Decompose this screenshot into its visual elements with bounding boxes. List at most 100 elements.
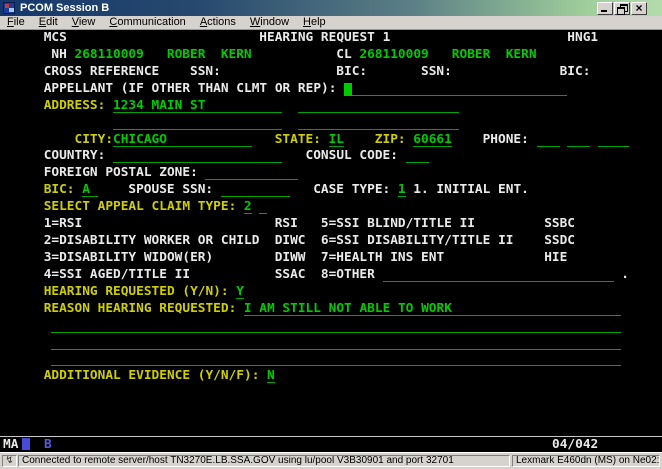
menu-file[interactable]: File: [0, 16, 32, 29]
xref-ssn-label-1: SSN:: [190, 64, 221, 81]
connection-icon: ↯: [5, 455, 13, 466]
hearing-requested-field[interactable]: Y: [236, 284, 244, 299]
screen-row-6: [0, 115, 662, 132]
address-line3-field[interactable]: [113, 115, 282, 130]
nh-ssn: 268110009: [75, 47, 144, 64]
city-label: CITY:: [75, 132, 114, 149]
connection-icon-panel: ↯: [2, 455, 17, 467]
code-ssac: SSAC: [275, 267, 306, 284]
option-6: 6=SSI DISABILITY/TITLE II: [321, 233, 514, 250]
menu-help[interactable]: Help: [296, 16, 333, 29]
screen-row-15: 4=SSI AGED/TITLE II SSAC 8=OTHER.: [0, 267, 662, 284]
select-appeal-claim-type-label: SELECT APPEAL CLAIM TYPE:: [44, 199, 237, 216]
city-field[interactable]: CHICAGO: [113, 132, 252, 147]
foreign-postal-zone-field[interactable]: [205, 165, 297, 180]
consul-code-field[interactable]: [406, 148, 429, 163]
additional-evidence-label: ADDITIONAL EVIDENCE (Y/N/F):: [44, 368, 260, 385]
window-controls: [596, 2, 647, 15]
screen-id: MCS: [44, 30, 67, 47]
address-line1-field[interactable]: 1234 MAIN ST: [113, 98, 282, 113]
case-type-field[interactable]: 1: [398, 182, 406, 197]
window-title: PCOM Session B: [20, 2, 109, 14]
appellant-field[interactable]: [344, 81, 567, 96]
country-label: COUNTRY:: [44, 148, 106, 165]
zip-label: ZIP:: [375, 132, 406, 149]
screen-row-7: CITY:CHICAGOSTATE:ILZIP:60661PHONE:: [0, 132, 662, 149]
menu-window[interactable]: Window: [243, 16, 296, 29]
cl-name: ROBER KERN: [452, 47, 537, 64]
nh-name: ROBER KERN: [167, 47, 252, 64]
other-period: .: [621, 267, 629, 284]
pcomm-window: PCOM Session B FileEditViewCommunication…: [0, 0, 662, 469]
terminal-screen[interactable]: MCSHEARING REQUEST 1HNG1NH268110009ROBER…: [0, 30, 662, 436]
screen-row-20: [0, 351, 662, 368]
menu-edit[interactable]: Edit: [32, 16, 65, 29]
screen-row-13: 2=DISABILITY WORKER OR CHILD DIWC 6=SSI DI…: [0, 233, 662, 250]
other-field[interactable]: [383, 267, 614, 282]
country-field[interactable]: [113, 148, 282, 163]
oia-lock-block-icon: [22, 438, 30, 450]
case-type-label: CASE TYPE:: [313, 182, 390, 199]
address-line4-field[interactable]: [298, 115, 460, 130]
appeal-claim-type-field-2[interactable]: [259, 199, 267, 214]
option-1: 1=RSI: [44, 216, 83, 233]
statusbar: ↯ Connected to remote server/host TN3270…: [0, 452, 662, 469]
state-field[interactable]: IL: [329, 132, 344, 147]
xref-ssn-label-2: SSN:: [421, 64, 452, 81]
screen-code: HNG1: [567, 30, 598, 47]
option-5: 5=SSI BLIND/TITLE II: [321, 216, 475, 233]
code-ssdc: SSDC: [544, 233, 575, 250]
code-ssbc: SSBC: [544, 216, 575, 233]
screen-row-11: SELECT APPEAL CLAIM TYPE: 2: [0, 199, 662, 216]
option-3: 3=DISABILITY WIDOW(ER): [44, 250, 214, 267]
code-diwc: DIWC: [275, 233, 306, 250]
phone-line-field[interactable]: [598, 132, 629, 147]
xref-bic-label-1: BIC:: [336, 64, 367, 81]
screen-row-18: [0, 318, 662, 335]
xref-bic-label-2: BIC:: [560, 64, 591, 81]
option-2: 2=DISABILITY WORKER OR CHILD: [44, 233, 260, 250]
menu-actions[interactable]: Actions: [193, 16, 243, 29]
spouse-ssn-label: SPOUSE SSN:: [128, 182, 213, 199]
address-line2-field[interactable]: [298, 98, 460, 113]
additional-evidence-field[interactable]: N: [267, 368, 275, 383]
minimize-button[interactable]: [597, 2, 613, 15]
screen-row-19: [0, 335, 662, 352]
foreign-postal-zone-label: FOREIGN POSTAL ZONE:: [44, 165, 198, 182]
reason-field-line2[interactable]: [51, 318, 621, 333]
close-button[interactable]: [631, 2, 647, 15]
oia-status-row: MA B 04/042: [0, 437, 662, 452]
spouse-ssn-field[interactable]: [221, 182, 290, 197]
screen-row-9: FOREIGN POSTAL ZONE:: [0, 165, 662, 182]
appeal-claim-type-field[interactable]: 2: [244, 199, 252, 214]
code-diww: DIWW: [275, 250, 306, 267]
screen-row-5: ADDRESS:1234 MAIN ST: [0, 98, 662, 115]
cl-label: CL: [336, 47, 351, 64]
screen-row-21: ADDITIONAL EVIDENCE (Y/N/F): N: [0, 368, 662, 385]
cl-ssn: 268110009: [359, 47, 428, 64]
screen-row-1: MCSHEARING REQUEST 1HNG1: [0, 30, 662, 47]
titlebar[interactable]: PCOM Session B: [0, 0, 662, 16]
terminal-cursor: [344, 83, 352, 96]
cursor-position-indicator: 04/042: [552, 437, 598, 452]
reason-field-line1[interactable]: I AM STILL NOT ABLE TO WORK: [244, 301, 621, 316]
menubar: FileEditViewCommunicationActionsWindowHe…: [0, 16, 662, 30]
option-4: 4=SSI AGED/TITLE II: [44, 267, 190, 284]
bic-field[interactable]: A: [82, 182, 97, 197]
minimize-icon: [601, 10, 607, 12]
phone-area-field[interactable]: [537, 132, 560, 147]
screen-row-10: BIC:ASPOUSE SSN:CASE TYPE:11. INITIAL EN…: [0, 182, 662, 199]
menu-view[interactable]: View: [65, 16, 103, 29]
reason-field-line4[interactable]: [51, 351, 621, 366]
screen-row-12: 1=RSIRSI5=SSI BLIND/TITLE IISSBC: [0, 216, 662, 233]
hearing-requested-label: HEARING REQUESTED (Y/N):: [44, 284, 229, 301]
appellant-label: APPELLANT (IF OTHER THAN CLMT OR REP):: [44, 81, 337, 98]
reason-field-line3[interactable]: [51, 335, 621, 350]
screen-row-17: REASON HEARING REQUESTED:I AM STILL NOT …: [0, 301, 662, 318]
screen-row-3: CROSS REFERENCESSN:BIC:SSN:BIC:: [0, 64, 662, 81]
menu-communication[interactable]: Communication: [102, 16, 192, 29]
option-8: 8=OTHER: [321, 267, 375, 284]
phone-prefix-field[interactable]: [567, 132, 590, 147]
zip-field[interactable]: 60661: [413, 132, 452, 147]
restore-button[interactable]: [614, 2, 630, 15]
